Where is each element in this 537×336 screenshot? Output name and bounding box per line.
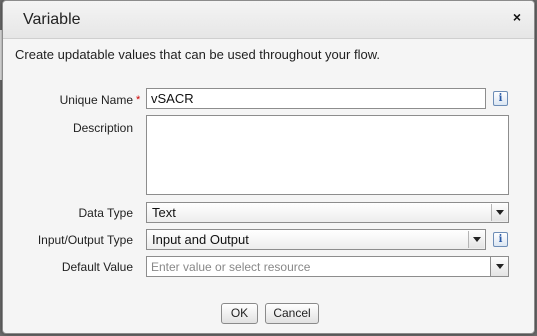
- data-type-value: Text: [152, 205, 176, 220]
- dialog-intro: Create updatable values that can be used…: [15, 47, 380, 62]
- ok-button[interactable]: OK: [221, 303, 258, 324]
- variable-dialog: Variable × Create updatable values that …: [2, 0, 535, 334]
- data-type-label: Data Type: [78, 206, 133, 220]
- io-type-value: Input and Output: [152, 232, 249, 247]
- cancel-button[interactable]: Cancel: [265, 303, 319, 324]
- dropdown-arrow-icon[interactable]: [490, 256, 509, 277]
- dropdown-arrow-icon[interactable]: [468, 231, 484, 248]
- info-icon[interactable]: i: [493, 91, 508, 106]
- io-type-select[interactable]: Input and Output: [146, 229, 486, 250]
- close-icon[interactable]: ×: [510, 9, 524, 25]
- dialog-title: Variable: [23, 11, 81, 28]
- default-value-input[interactable]: Enter value or select resource: [146, 256, 491, 277]
- data-type-select[interactable]: Text: [146, 202, 509, 223]
- default-value-label: Default Value: [61, 260, 133, 274]
- dropdown-arrow-icon[interactable]: [491, 204, 507, 221]
- required-marker: *: [136, 94, 141, 106]
- unique-name-label: Unique Name: [59, 93, 133, 107]
- dialog-titlebar: Variable ×: [3, 1, 534, 39]
- unique-name-input[interactable]: vSACR: [146, 88, 486, 109]
- io-type-label: Input/Output Type: [37, 233, 133, 247]
- description-textarea[interactable]: [146, 115, 509, 195]
- info-icon[interactable]: i: [493, 232, 508, 247]
- description-label: Description: [72, 121, 133, 135]
